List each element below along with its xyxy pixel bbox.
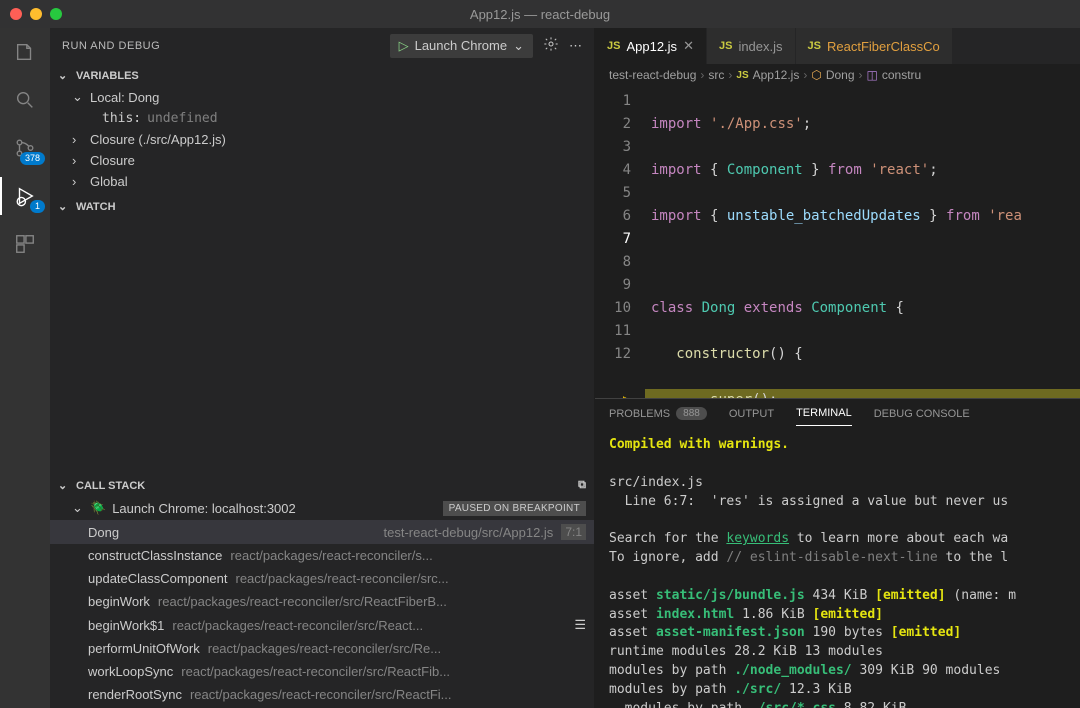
panel-tab-terminal[interactable]: TERMINAL [796, 407, 852, 426]
watch-section-header[interactable]: ⌄ WATCH [50, 196, 594, 217]
stack-frame[interactable]: beginWork react/packages/react-reconcile… [50, 590, 594, 613]
scope-closure[interactable]: › Closure [50, 150, 594, 171]
stack-frame[interactable]: renderRootSync react/packages/react-reco… [50, 683, 594, 706]
chevron-down-icon: ⌄ [58, 69, 70, 82]
class-icon: ⬡ [811, 68, 821, 82]
step-icon[interactable]: ☰ [574, 617, 586, 633]
code-content[interactable]: import './App.css'; import { Component }… [645, 86, 1080, 398]
panel-tab-problems[interactable]: PROBLEMS 888 [609, 407, 707, 426]
extensions-icon[interactable] [11, 230, 39, 258]
chevron-down-icon: ⌄ [58, 479, 70, 492]
sidebar-title: RUN AND DEBUG [62, 40, 380, 52]
stack-frame[interactable]: Dong test-react-debug/src/App12.js 7:1 [50, 520, 594, 544]
close-window[interactable] [10, 8, 22, 20]
stack-frame[interactable]: updateClassComponent react/packages/reac… [50, 567, 594, 590]
scope-closure-file[interactable]: › Closure (./src/App12.js) [50, 129, 594, 150]
editor-panel: JS App12.js ✕ JS index.js JS ReactFiberC… [595, 28, 1080, 708]
bottom-panel: PROBLEMS 888 OUTPUT TERMINAL DEBUG CONSO… [595, 398, 1080, 708]
source-control-icon[interactable]: 378 [11, 134, 39, 162]
scope-local[interactable]: ⌄ Local: Dong [50, 86, 594, 108]
code-editor[interactable]: 1 2 3 4 5 6 7 8 9 10 11 12 import './App… [595, 86, 1080, 398]
chevron-right-icon: › [72, 132, 84, 147]
close-icon[interactable]: ✕ [683, 38, 694, 54]
tab-index[interactable]: JS index.js [707, 28, 796, 64]
launch-config-select[interactable]: ▷ Launch Chrome ⌄ [390, 34, 533, 58]
scm-badge: 378 [20, 152, 45, 165]
tab-app12[interactable]: JS App12.js ✕ [595, 28, 707, 64]
breadcrumb[interactable]: test-react-debug› src› JS App12.js› ⬡ Do… [595, 64, 1080, 86]
activity-bar: 378 1 [0, 28, 50, 708]
terminal-output[interactable]: Compiled with warnings. src/index.js Lin… [595, 426, 1080, 708]
callstack-launch[interactable]: ⌄ 🪲 Launch Chrome: localhost:3002 PAUSED… [50, 496, 594, 520]
chevron-right-icon: › [72, 174, 84, 189]
editor-tabs: JS App12.js ✕ JS index.js JS ReactFiberC… [595, 28, 1080, 64]
panel-tab-debug-console[interactable]: DEBUG CONSOLE [874, 407, 970, 426]
chevron-right-icon: › [72, 153, 84, 168]
stack-frame[interactable]: performUnitOfWork react/packages/react-r… [50, 637, 594, 660]
js-file-icon: JS [607, 40, 620, 52]
js-file-icon: JS [808, 40, 821, 52]
variables-section-header[interactable]: ⌄ VARIABLES [50, 65, 594, 86]
debug-badge: 1 [30, 200, 45, 213]
stack-frame[interactable]: constructClassInstance react/packages/re… [50, 544, 594, 567]
stack-frame[interactable]: workLoopSync react/packages/react-reconc… [50, 660, 594, 683]
callstack-section-header[interactable]: ⌄ CALL STACK ⧉ [50, 475, 594, 496]
panel-tab-output[interactable]: OUTPUT [729, 407, 774, 426]
titlebar: App12.js — react-debug [0, 0, 1080, 28]
chevron-down-icon: ⌄ [58, 200, 70, 213]
collapse-icon[interactable]: ⧉ [578, 479, 586, 492]
scope-global[interactable]: › Global [50, 171, 594, 192]
method-icon: ◫ [867, 68, 878, 82]
execution-pointer-icon: ▷ [623, 389, 631, 398]
chevron-down-icon: ⌄ [72, 89, 84, 105]
chevron-down-icon: ⌄ [72, 500, 84, 516]
search-icon[interactable] [11, 86, 39, 114]
variable-row[interactable]: this: undefined [50, 108, 594, 129]
js-file-icon: JS [736, 70, 748, 81]
js-file-icon: JS [719, 40, 732, 52]
problems-count: 888 [676, 407, 707, 420]
run-debug-icon[interactable]: 1 [11, 182, 39, 210]
tab-reactfiber[interactable]: JS ReactFiberClassCo [796, 28, 953, 64]
sidebar: RUN AND DEBUG ▷ Launch Chrome ⌄ ⋯ ⌄ VARI… [50, 28, 595, 708]
window-title: App12.js — react-debug [470, 7, 610, 22]
explorer-icon[interactable] [11, 38, 39, 66]
more-icon[interactable]: ⋯ [569, 38, 582, 54]
bug-icon: 🪲 [90, 500, 106, 516]
pause-status: PAUSED ON BREAKPOINT [443, 501, 586, 516]
minimize-window[interactable] [30, 8, 42, 20]
line-numbers: 1 2 3 4 5 6 7 8 9 10 11 12 [595, 86, 645, 398]
play-icon: ▷ [399, 38, 409, 54]
stack-frame[interactable]: beginWork$1 react/packages/react-reconci… [50, 613, 594, 637]
maximize-window[interactable] [50, 8, 62, 20]
gear-icon[interactable] [543, 36, 559, 55]
chevron-down-icon: ⌄ [513, 38, 524, 54]
